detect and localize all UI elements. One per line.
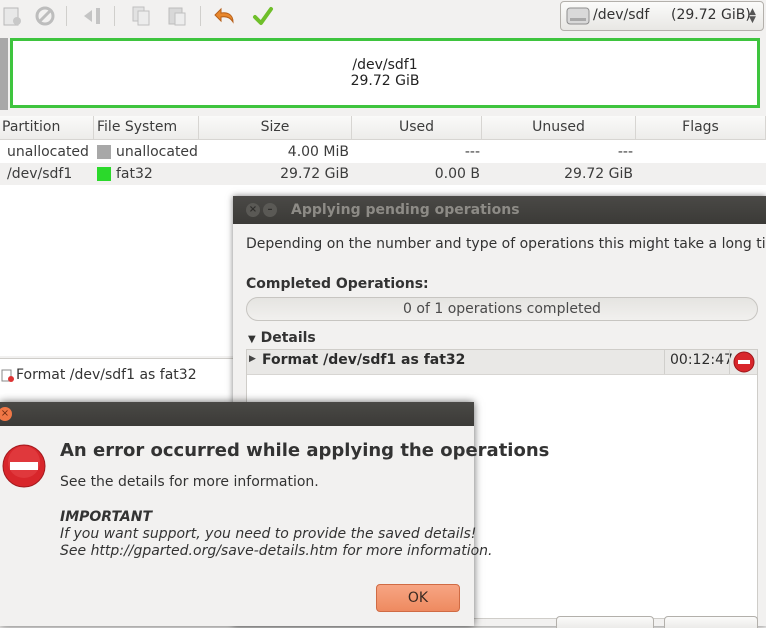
support-line-2: See http://gparted.org/save-details.htm … (60, 543, 493, 559)
important-label: IMPORTANT (60, 509, 153, 525)
filesystem-color-swatch (97, 145, 111, 159)
cell-used: 0.00 B (434, 166, 480, 182)
format-operation-icon (1, 369, 15, 387)
delete-icon[interactable] (32, 4, 58, 28)
operations-progress-bar: 0 of 1 operations completed (246, 297, 758, 321)
segment-partition-size: 29.72 GiB (350, 73, 420, 89)
operation-elapsed-time: 00:12:47 (670, 352, 733, 368)
column-header-size[interactable]: Size (199, 116, 352, 140)
close-icon[interactable]: × (0, 407, 12, 421)
harddisk-icon (566, 6, 590, 30)
expander-right-icon[interactable]: ▶ (249, 354, 256, 364)
cell-partition: unallocated (7, 144, 89, 160)
dialog-titlebar: × – Applying pending operations (233, 196, 766, 224)
apply-checkmark-icon[interactable] (250, 4, 276, 28)
new-icon[interactable] (0, 4, 26, 28)
column-divider (729, 350, 730, 374)
close-icon[interactable]: × (246, 203, 260, 217)
cell-size: 29.72 GiB (280, 166, 349, 182)
details-expander[interactable]: ▼ Details (248, 330, 316, 346)
error-icon (2, 444, 46, 492)
toolbar: /dev/sdf (29.72 GiB) ▲ ▼ (0, 0, 766, 32)
cell-filesystem: fat32 (116, 166, 153, 182)
column-header-unused[interactable]: Unused (482, 116, 636, 140)
undo-icon[interactable] (212, 4, 238, 28)
partition-segment-sdf1[interactable]: /dev/sdf1 29.72 GiB (10, 38, 760, 108)
column-header-flags[interactable]: Flags (636, 116, 766, 140)
error-dialog-titlebar: × (0, 402, 474, 426)
pending-operation-label[interactable]: Format /dev/sdf1 as fat32 (16, 367, 197, 383)
device-selector[interactable]: /dev/sdf (29.72 GiB) ▲ ▼ (560, 1, 764, 31)
table-row[interactable]: /dev/sdf1 fat32 29.72 GiB 0.00 B 29.72 G… (0, 163, 766, 185)
toolbar-separator (114, 6, 115, 26)
dialog-title: Applying pending operations (291, 202, 520, 218)
toolbar-separator (66, 6, 67, 26)
close-button[interactable] (664, 616, 758, 628)
partition-graphic: /dev/sdf1 29.72 GiB (0, 38, 766, 110)
cell-used: --- (464, 144, 480, 160)
operation-label: Format /dev/sdf1 as fat32 (262, 352, 466, 368)
completed-operations-label: Completed Operations: (246, 276, 429, 292)
cell-unused: 29.72 GiB (564, 166, 633, 182)
error-status-icon (733, 351, 755, 377)
column-divider (664, 350, 665, 374)
operation-description: Depending on the number and type of oper… (246, 236, 766, 252)
device-size: (29.72 GiB) (671, 7, 751, 23)
unallocated-segment[interactable] (0, 38, 8, 110)
cell-filesystem: unallocated (116, 144, 198, 160)
pending-operations-list: Format /dev/sdf1 as fat32 (0, 358, 234, 403)
toolbar-separator (200, 6, 201, 26)
error-dialog: × An error occurred while applying the o… (0, 402, 549, 626)
filesystem-color-swatch (97, 167, 111, 181)
column-header-used[interactable]: Used (352, 116, 482, 140)
paste-icon[interactable] (164, 4, 190, 28)
operation-row[interactable]: ▶ Format /dev/sdf1 as fat32 00:12:47 (247, 350, 757, 375)
details-label: Details (260, 330, 316, 346)
ok-button[interactable]: OK (376, 584, 460, 612)
cell-unused: --- (617, 144, 633, 160)
error-heading: An error occurred while applying the ope… (60, 440, 550, 461)
device-name: /dev/sdf (593, 7, 650, 23)
cell-partition: /dev/sdf1 (7, 166, 73, 182)
error-subtext: See the details for more information. (60, 474, 319, 490)
minimize-icon[interactable]: – (263, 203, 277, 217)
support-line-1: If you want support, you need to provide… (60, 526, 477, 542)
segment-partition-name: /dev/sdf1 (352, 57, 418, 73)
expander-down-icon: ▼ (248, 334, 256, 345)
resize-move-icon[interactable] (80, 4, 106, 28)
save-details-button[interactable] (556, 616, 654, 628)
copy-icon[interactable] (128, 4, 154, 28)
column-header-filesystem[interactable]: File System (94, 116, 199, 140)
cell-size: 4.00 MiB (287, 144, 349, 160)
table-row[interactable]: unallocated unallocated 4.00 MiB --- --- (0, 141, 766, 163)
chevron-updown-icon: ▲ ▼ (749, 7, 756, 25)
column-header-partition[interactable]: Partition (0, 116, 94, 140)
